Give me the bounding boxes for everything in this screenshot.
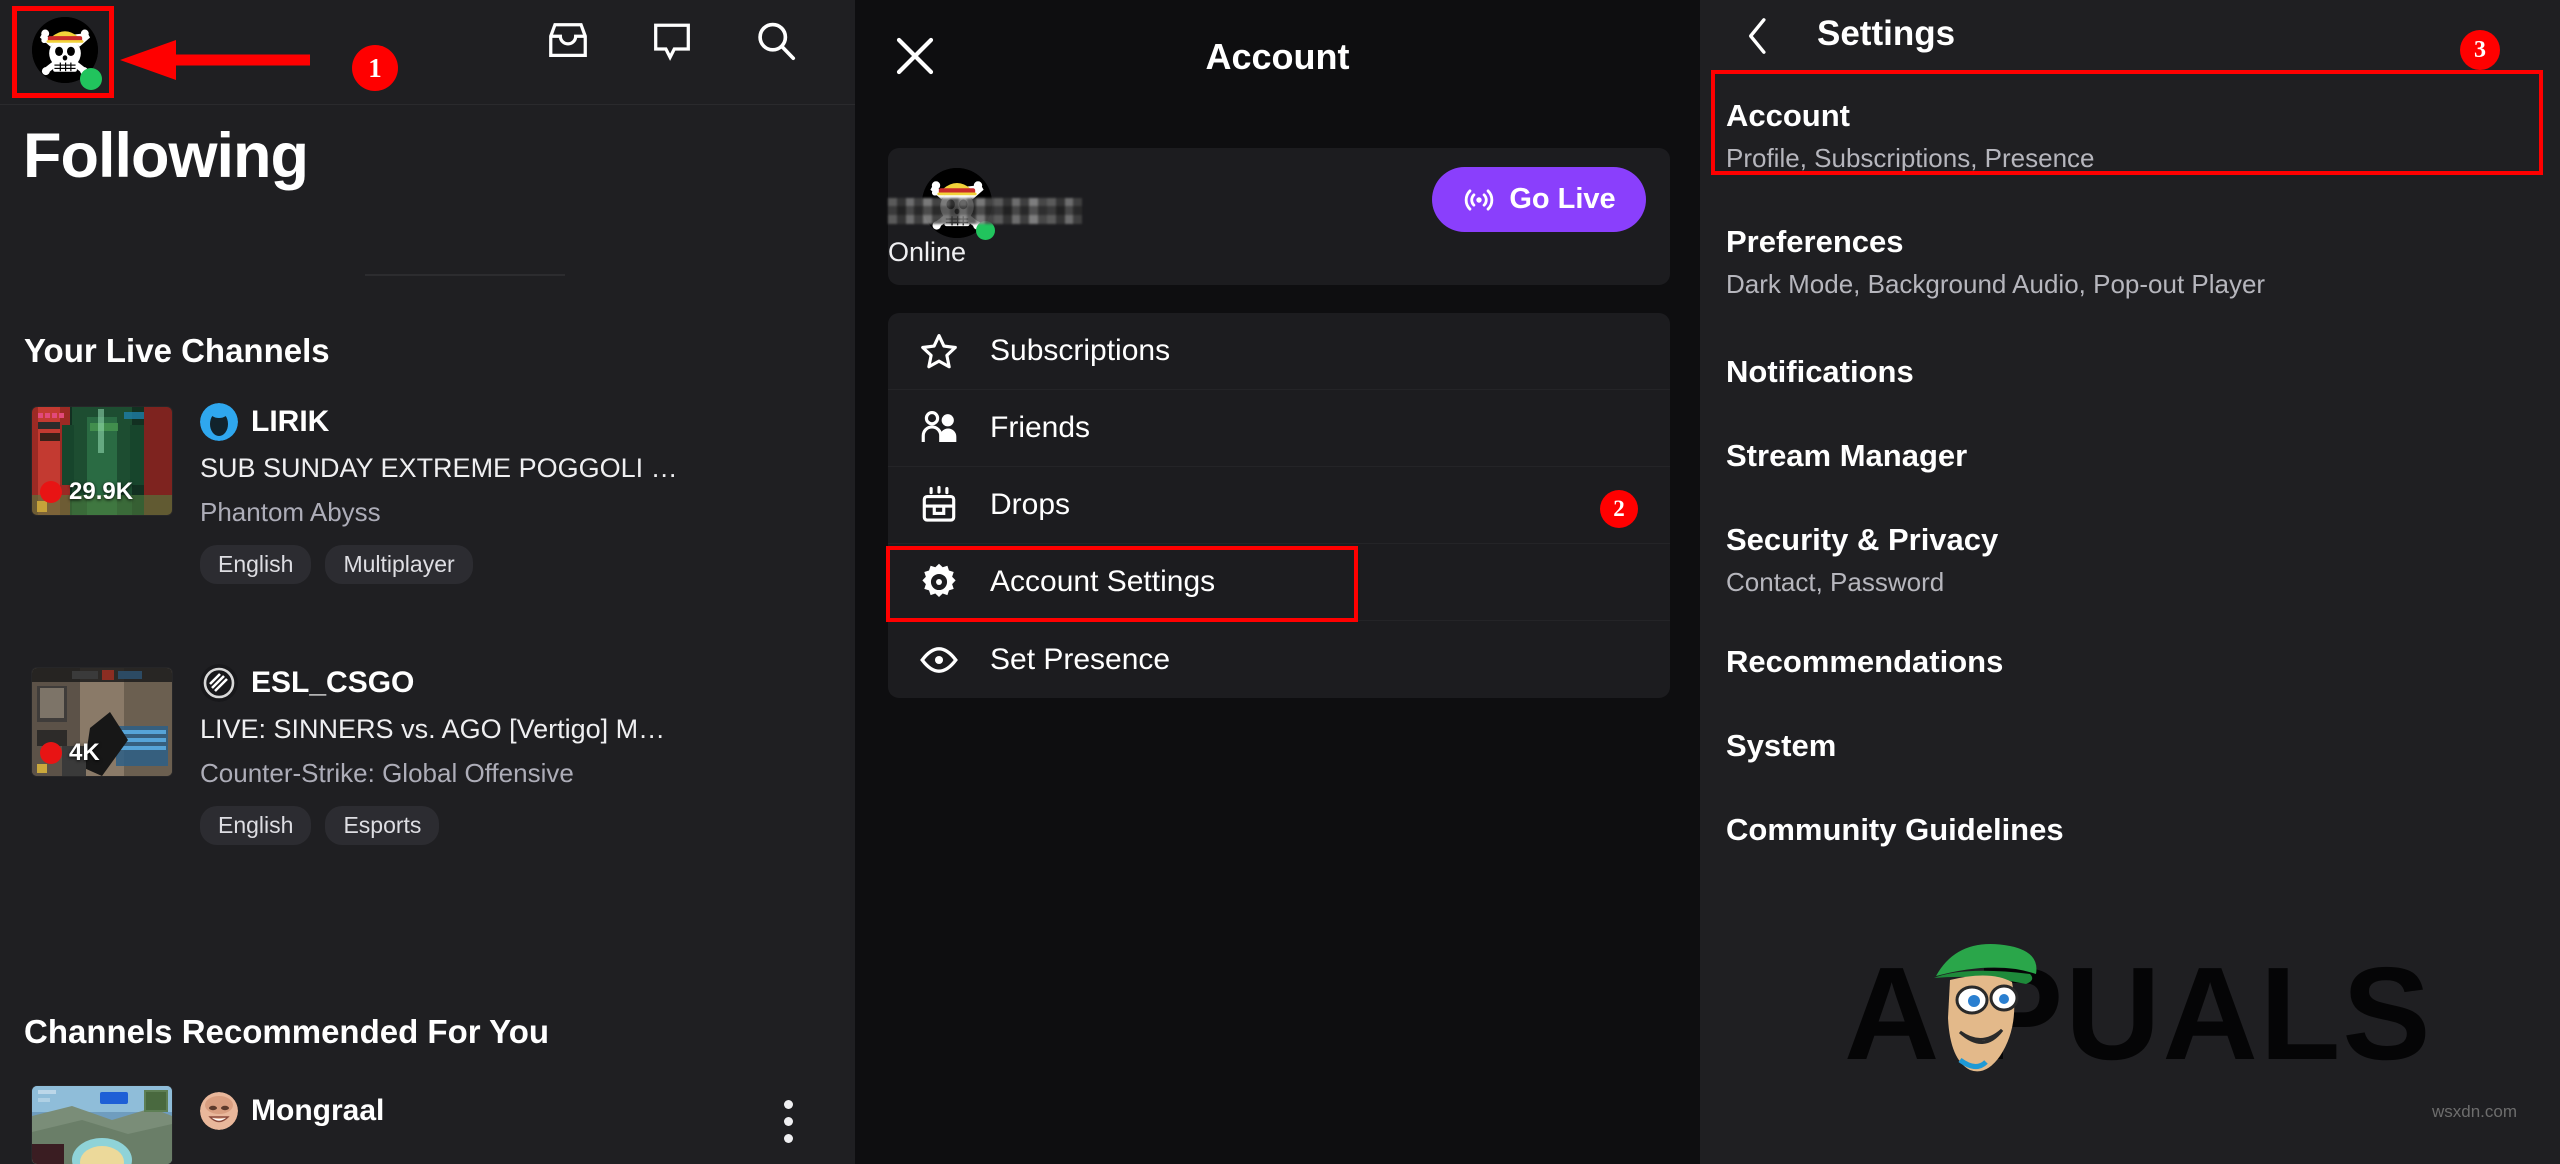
settings-list: Account Profile, Subscriptions, Presence… (1700, 73, 2560, 848)
go-live-label: Go Live (1509, 183, 1615, 216)
chat-bubble-icon[interactable] (649, 18, 695, 64)
settings-item-community-guidelines[interactable]: Community Guidelines (1700, 764, 2560, 848)
live-indicator-dot (40, 481, 62, 503)
esl-avatar-icon (200, 664, 238, 702)
stream-tags: English Esports (200, 806, 840, 845)
settings-item-stream-manager[interactable]: Stream Manager (1700, 390, 2560, 474)
menu-item-drops[interactable]: Drops 2 (888, 467, 1670, 544)
channel-info: Mongraal (200, 1092, 840, 1130)
username-redacted (888, 198, 1082, 224)
channel-thumbnail[interactable] (32, 1086, 172, 1164)
stream-game[interactable]: Counter-Strike: Global Offensive (200, 758, 840, 789)
step-badge-3: 3 (2460, 30, 2500, 70)
settings-item-title: Recommendations (1726, 644, 2560, 680)
eye-icon (918, 639, 960, 681)
search-icon[interactable] (753, 18, 799, 64)
drops-icon (918, 484, 960, 526)
star-icon (918, 330, 960, 372)
live-indicator-dot (40, 742, 62, 764)
settings-item-security-privacy[interactable]: Security & Privacy Contact, Password (1700, 474, 2560, 598)
channel-name[interactable]: LIRIK (251, 405, 329, 439)
viewer-count-label: 4K (69, 739, 100, 767)
tag-chip[interactable]: English (200, 545, 311, 584)
tag-chip[interactable]: Esports (325, 806, 439, 845)
menu-item-label: Account Settings (990, 565, 1215, 599)
account-dialog-panel: Account (855, 0, 1700, 1164)
channel-thumbnail[interactable]: 29.9K (32, 407, 172, 515)
friends-icon (918, 407, 960, 449)
viewer-count-label: 29.9K (69, 478, 133, 506)
tag-chip[interactable]: English (200, 806, 311, 845)
screenshot-root: 1 Following Your Live Channels (0, 0, 2560, 1164)
dialog-title: Account (855, 36, 1700, 78)
live-viewer-count: 4K (40, 739, 100, 767)
settings-item-title: Security & Privacy (1726, 522, 2560, 558)
menu-item-label: Set Presence (990, 643, 1170, 677)
settings-item-account[interactable]: Account Profile, Subscriptions, Presence (1700, 73, 2560, 174)
settings-item-title: Notifications (1726, 354, 2560, 390)
section-divider (365, 274, 565, 276)
menu-item-label: Friends (990, 411, 1090, 445)
chevron-left-icon[interactable] (1740, 14, 1776, 58)
channel-avatar (200, 403, 238, 441)
menu-item-label: Subscriptions (990, 334, 1170, 368)
thumbnail-image (32, 1086, 172, 1164)
settings-item-subtitle: Profile, Subscriptions, Presence (1726, 143, 2560, 174)
go-live-button[interactable]: Go Live (1432, 167, 1646, 232)
channel-avatar (200, 664, 238, 702)
menu-item-subscriptions[interactable]: Subscriptions (888, 313, 1670, 390)
settings-item-notifications[interactable]: Notifications (1700, 300, 2560, 390)
settings-item-title: Stream Manager (1726, 438, 2560, 474)
stream-tags: English Multiplayer (200, 545, 840, 584)
user-avatar[interactable] (22, 9, 108, 95)
annotation-arrow-1 (120, 40, 310, 80)
account-dialog-header: Account (855, 0, 1700, 128)
online-status-dot (80, 68, 102, 90)
section-heading-live: Your Live Channels (24, 332, 330, 370)
menu-item-set-presence[interactable]: Set Presence (888, 621, 1670, 698)
menu-item-label: Drops (990, 488, 1070, 522)
channel-name[interactable]: Mongraal (251, 1094, 384, 1128)
gear-icon (918, 561, 960, 603)
account-menu-list: Subscriptions Friends Drops (888, 313, 1670, 698)
channel-info: LIRIK SUB SUNDAY EXTREME POGGOLI … Phant… (200, 403, 840, 584)
settings-item-title: Account (1726, 98, 2560, 134)
lirik-avatar-icon (200, 403, 238, 441)
channel-name[interactable]: ESL_CSGO (251, 666, 414, 700)
section-heading-recommended: Channels Recommended For You (24, 1013, 549, 1051)
top-icon-group (545, 18, 799, 64)
settings-item-subtitle: Dark Mode, Background Audio, Pop-out Pla… (1726, 269, 2560, 300)
settings-title: Settings (1817, 14, 1955, 54)
settings-item-title: Preferences (1726, 224, 2560, 260)
stream-title: LIVE: SINNERS vs. AGO [Vertigo] M… (200, 714, 840, 745)
channel-thumbnail[interactable]: 4K (32, 668, 172, 776)
menu-item-account-settings[interactable]: Account Settings (888, 544, 1670, 621)
settings-item-system[interactable]: System (1700, 680, 2560, 764)
step-badge-2: 2 (1600, 490, 1638, 528)
settings-item-subtitle: Contact, Password (1726, 567, 2560, 598)
settings-header: Settings 3 (1700, 0, 2560, 73)
menu-item-friends[interactable]: Friends (888, 390, 1670, 467)
channel-info: ESL_CSGO LIVE: SINNERS vs. AGO [Vertigo]… (200, 664, 840, 845)
step-badge-1: 1 (352, 45, 398, 91)
channel-avatar (200, 1092, 238, 1130)
settings-item-preferences[interactable]: Preferences Dark Mode, Background Audio,… (1700, 174, 2560, 300)
left-topbar: 1 (0, 0, 855, 105)
more-options-icon[interactable] (784, 1100, 793, 1143)
stream-game[interactable]: Phantom Abyss (200, 497, 840, 528)
inbox-icon[interactable] (545, 18, 591, 64)
settings-item-title: Community Guidelines (1726, 812, 2560, 848)
live-viewer-count: 29.9K (40, 478, 133, 506)
presence-status-label: Online (888, 237, 966, 268)
page-title: Following (23, 120, 308, 192)
tag-chip[interactable]: Multiplayer (325, 545, 472, 584)
settings-item-recommendations[interactable]: Recommendations (1700, 598, 2560, 680)
following-panel: 1 Following Your Live Channels (0, 0, 855, 1164)
broadcast-icon (1462, 183, 1496, 217)
recommended-channel-row[interactable]: Mongraal (0, 1086, 855, 1164)
settings-panel: Settings 3 Account Profile, Subscription… (1700, 0, 2560, 1164)
settings-item-title: System (1726, 728, 2560, 764)
mongraal-avatar-icon (200, 1092, 238, 1130)
stream-title: SUB SUNDAY EXTREME POGGOLI … (200, 453, 840, 484)
